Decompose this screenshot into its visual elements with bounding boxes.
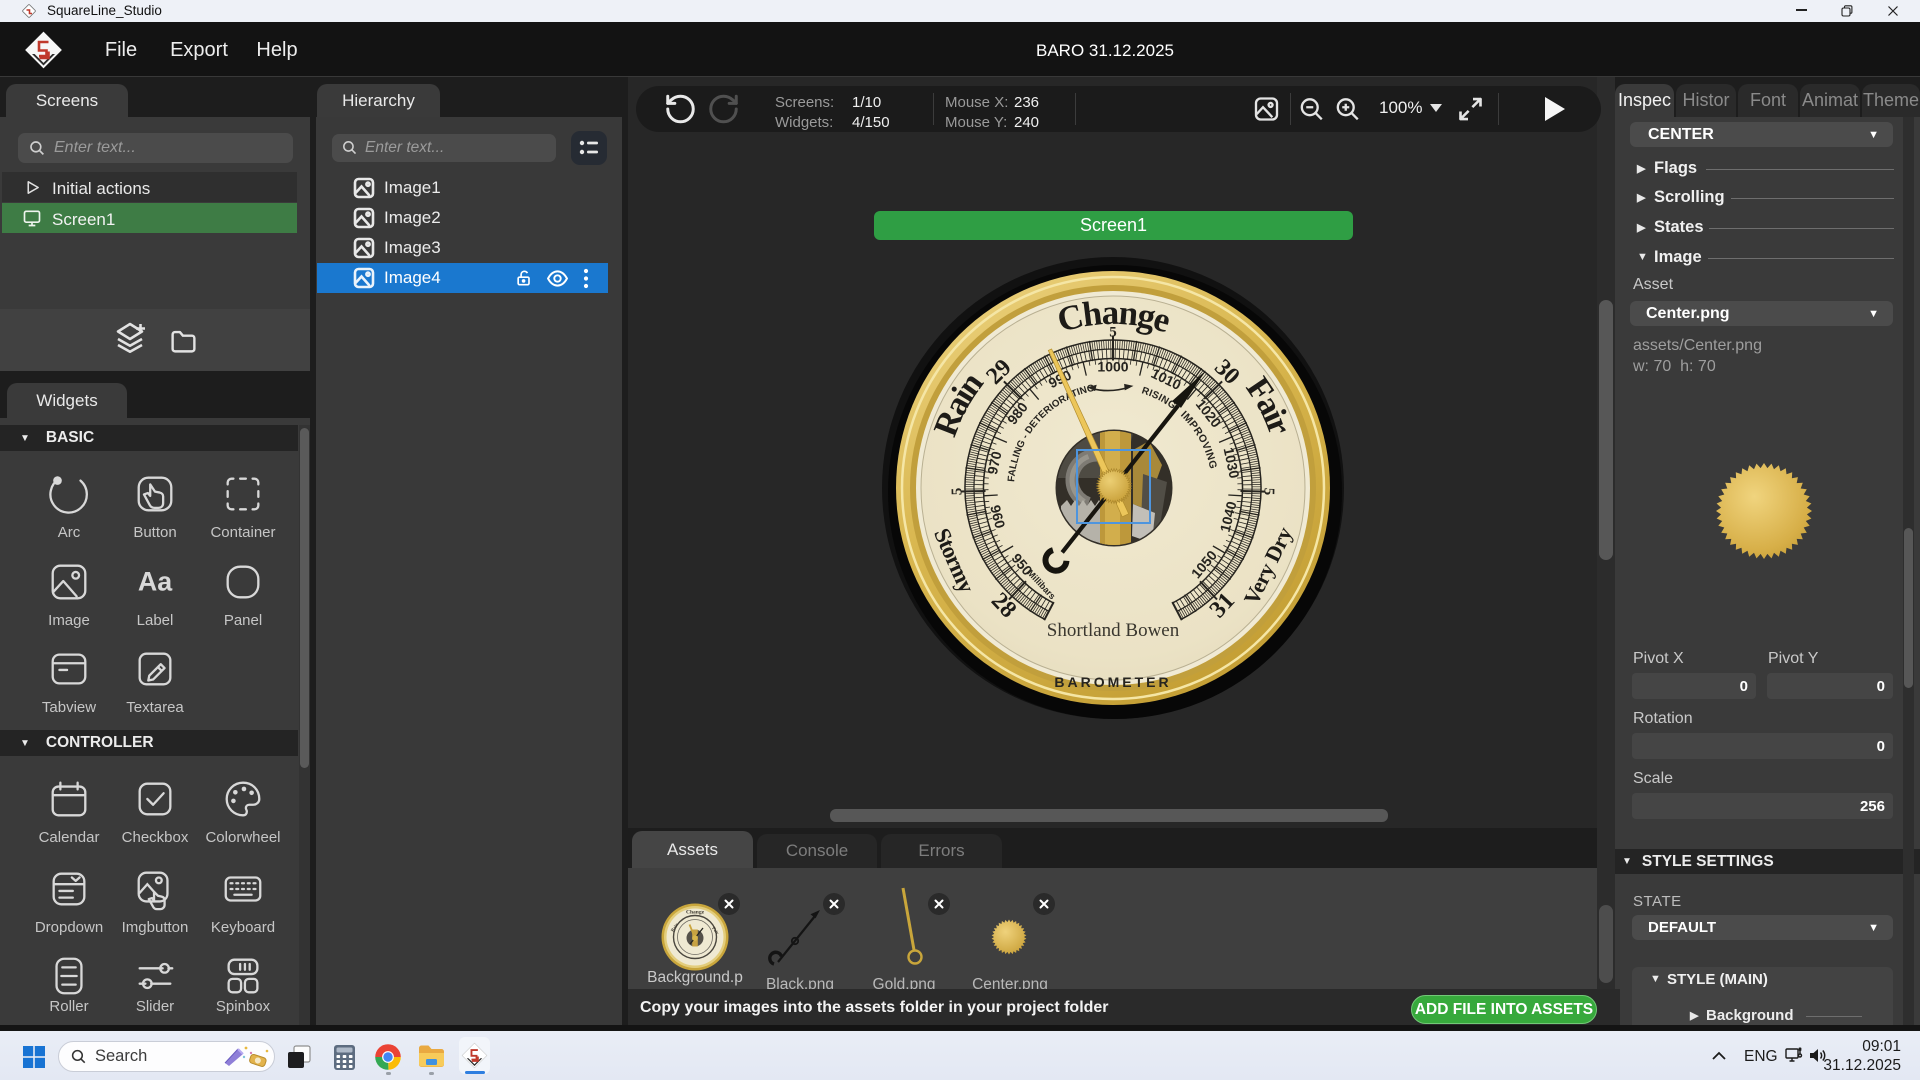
- svg-text:Aa: Aa: [138, 567, 173, 597]
- svg-text:Change: Change: [686, 910, 705, 916]
